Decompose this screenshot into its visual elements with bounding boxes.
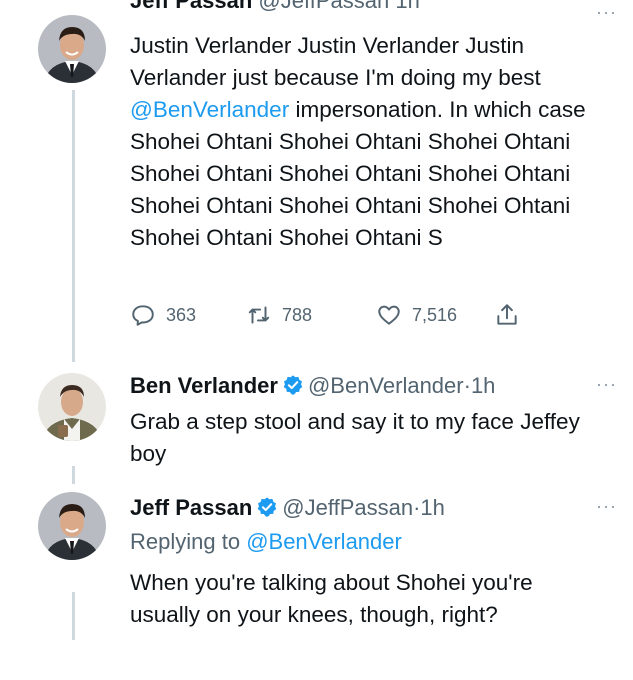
tweet2-separator: · [463,373,471,398]
avatar-jeff-passan[interactable] [38,492,106,560]
tweet2-author-handle[interactable]: @BenVerlander [308,373,464,398]
thread-line-3 [72,592,75,640]
replying-to-prefix: Replying to [130,529,247,554]
tweet3-timestamp[interactable]: 1h [420,495,444,520]
replying-to: Replying to @BenVerlander [130,527,621,557]
more-options-icon[interactable]: ··· [596,2,617,23]
retweet-button[interactable]: 788 [246,302,312,328]
tweet1-text: Justin Verlander Justin Verlander Justin… [130,30,600,254]
tweet2-text: Grab a step stool and say it to my face … [130,409,580,466]
portrait-jeff-icon [38,492,106,560]
verified-badge-icon [283,375,303,395]
tweet1-author-handle[interactable]: @JeffPassan [258,0,389,13]
mention-link[interactable]: @BenVerlander [130,97,289,122]
tweet1-text-part1: Justin Verlander Justin Verlander Justin… [130,33,541,90]
tweet3-text: When you're talking about Shohei you're … [130,570,533,627]
share-icon [497,304,517,325]
retweet-icon [248,306,270,324]
tweet2-header: Ben Verlander @BenVerlander·1h [130,371,621,401]
tweet2-author-name[interactable]: Ben Verlander [130,373,278,398]
like-button[interactable]: 7,516 [376,302,457,328]
portrait-ben-icon [38,373,106,441]
tweet1-header: Jeff Passan @JeffPassan 1h [130,0,420,14]
share-button[interactable] [494,302,530,328]
tweet1-actions: 363 788 7,516 [130,302,550,336]
tweet3-header: Jeff Passan @JeffPassan·1h [130,493,621,523]
more-options-icon[interactable]: ··· [596,496,617,517]
tweet2-timestamp[interactable]: 1h [471,373,495,398]
tweet3-author-handle[interactable]: @JeffPassan [282,495,413,520]
like-count: 7,516 [412,304,458,325]
portrait-jeff-icon [38,15,106,83]
thread-line-1 [72,90,75,362]
reply-icon [132,305,154,326]
avatar-jeff-passan[interactable] [38,15,106,83]
verified-badge-icon [258,497,277,517]
tweet3-author-name[interactable]: Jeff Passan [130,495,252,520]
tweet1-timestamp[interactable]: 1h [395,0,419,13]
reply-count: 363 [166,304,197,325]
heart-icon [378,305,400,325]
thread-line-2 [72,466,75,484]
retweet-count: 788 [282,304,313,325]
more-options-icon[interactable]: ··· [596,374,617,395]
tweet1-author-name[interactable]: Jeff Passan [130,0,252,13]
avatar-ben-verlander[interactable] [38,373,106,441]
replying-to-mention[interactable]: @BenVerlander [246,529,402,554]
reply-button[interactable]: 363 [130,302,196,328]
